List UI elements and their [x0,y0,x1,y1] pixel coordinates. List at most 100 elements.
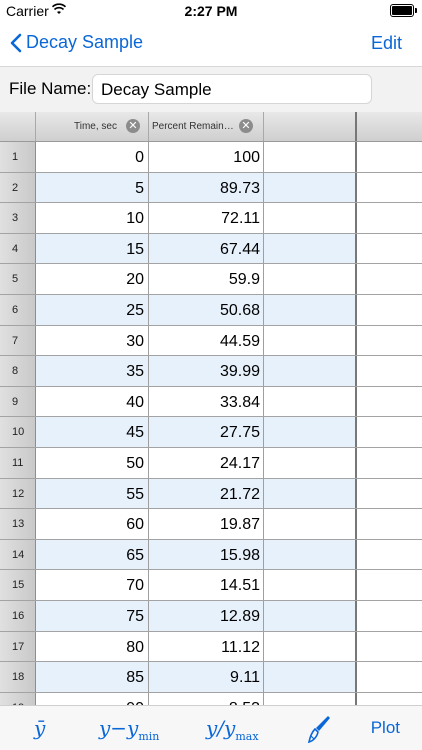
row-number-cell[interactable]: 4 [0,233,36,264]
percent-cell[interactable]: 50.68 [149,295,264,325]
row-number-cell[interactable]: 12 [0,478,36,509]
time-cell[interactable]: 50 [36,448,149,478]
time-cell[interactable]: 65 [36,539,149,570]
percent-cell[interactable]: 21.72 [149,478,264,509]
remove-column-icon[interactable]: ✕ [239,119,253,133]
percent-cell[interactable]: 72.11 [149,203,264,233]
divide-max-button[interactable]: y/ymax [206,716,259,743]
row-number-cell[interactable]: 7 [0,325,36,356]
row-number-cell[interactable]: 2 [0,172,36,203]
empty-cell[interactable] [264,203,357,233]
blank-area [357,692,422,705]
percent-cell[interactable]: 11.12 [149,631,264,662]
paintbrush-icon[interactable] [306,714,332,744]
empty-cell[interactable] [264,570,357,600]
empty-cell[interactable] [264,509,357,539]
row-number-cell[interactable]: 13 [0,509,36,539]
percent-cell[interactable]: 33.84 [149,386,264,417]
row-number-cell[interactable]: 3 [0,203,36,233]
time-cell[interactable]: 25 [36,295,149,325]
column-header-time[interactable]: Time, sec ✕ [36,112,149,141]
time-cell[interactable]: 30 [36,325,149,356]
data-grid[interactable]: Time, sec ✕ Percent Remain… ✕ 1 0 100 2 5 89.… [0,112,422,705]
percent-cell[interactable]: 39.99 [149,356,264,386]
empty-cell[interactable] [264,692,357,705]
blank-area [357,570,422,600]
empty-cell[interactable] [264,386,357,417]
empty-cell[interactable] [264,631,357,662]
row-number-cell[interactable]: 15 [0,570,36,600]
row-number-cell[interactable]: 1 [0,142,36,172]
row-number-cell[interactable]: 10 [0,417,36,447]
row-number-cell[interactable]: 16 [0,601,36,631]
back-button[interactable]: Decay Sample [10,32,143,53]
percent-cell[interactable]: 12.89 [149,601,264,631]
empty-cell[interactable] [264,295,357,325]
row-number-cell[interactable]: 11 [0,448,36,478]
empty-cell[interactable] [264,142,357,172]
empty-cell[interactable] [264,662,357,692]
time-cell[interactable]: 5 [36,172,149,203]
percent-cell[interactable]: 24.17 [149,448,264,478]
row-number-cell[interactable]: 8 [0,356,36,386]
percent-cell[interactable]: 8.53 [149,692,264,705]
row-number: 6 [12,304,19,316]
time-cell[interactable]: 80 [36,631,149,662]
row-number-cell[interactable]: 5 [0,264,36,294]
time-cell[interactable]: 20 [36,264,149,294]
row-number-cell[interactable]: 6 [0,295,36,325]
plot-button[interactable]: Plot [371,718,400,738]
time-cell[interactable]: 70 [36,570,149,600]
row-number: 14 [12,548,25,561]
percent-cell[interactable]: 59.9 [149,264,264,294]
time-cell[interactable]: 75 [36,601,149,631]
percent-cell[interactable]: 19.87 [149,509,264,539]
percent-cell[interactable]: 89.73 [149,172,264,203]
time-cell[interactable]: 55 [36,478,149,509]
column-header-percent[interactable]: Percent Remain… ✕ [149,112,264,141]
row-number-cell[interactable]: 9 [0,386,36,417]
empty-cell[interactable] [264,601,357,631]
row-number-cell[interactable]: 17 [0,631,36,662]
time-value: 5 [135,179,144,197]
percent-cell[interactable]: 14.51 [149,570,264,600]
empty-cell[interactable] [264,264,357,294]
percent-value: 14.51 [219,577,260,595]
percent-cell[interactable]: 15.98 [149,539,264,570]
empty-cell[interactable] [264,478,357,509]
file-name-input[interactable]: Decay Sample [92,74,372,104]
empty-cell[interactable] [264,172,357,203]
percent-cell[interactable]: 44.59 [149,325,264,356]
percent-cell[interactable]: 27.75 [149,417,264,447]
mean-button[interactable]: ȳ [34,716,45,740]
time-cell[interactable]: 15 [36,233,149,264]
time-cell[interactable]: 10 [36,203,149,233]
column-header-empty[interactable] [264,112,357,141]
time-cell[interactable]: 85 [36,662,149,692]
percent-cell[interactable]: 9.11 [149,662,264,692]
time-cell[interactable]: 35 [36,356,149,386]
row-number-cell[interactable]: 14 [0,539,36,570]
remove-column-icon[interactable]: ✕ [126,119,140,133]
empty-cell[interactable] [264,448,357,478]
row-number-cell[interactable]: 18 [0,662,36,692]
empty-cell[interactable] [264,356,357,386]
time-cell[interactable]: 40 [36,386,149,417]
edit-button[interactable]: Edit [371,33,402,54]
percent-cell[interactable]: 67.44 [149,233,264,264]
row-number: 12 [12,487,25,500]
row-number: 7 [12,334,19,347]
subtract-min-button[interactable]: y−ymin [99,716,159,743]
percent-cell[interactable]: 100 [149,142,264,172]
time-cell[interactable]: 90 [36,692,149,705]
empty-cell[interactable] [264,325,357,356]
empty-cell[interactable] [264,539,357,570]
empty-cell[interactable] [264,417,357,447]
time-cell[interactable]: 0 [36,142,149,172]
percent-value: 39.99 [219,363,260,381]
time-cell[interactable]: 45 [36,417,149,447]
row-number-cell[interactable]: 19 [0,692,36,705]
blank-area [357,509,422,539]
time-cell[interactable]: 60 [36,509,149,539]
empty-cell[interactable] [264,233,357,264]
